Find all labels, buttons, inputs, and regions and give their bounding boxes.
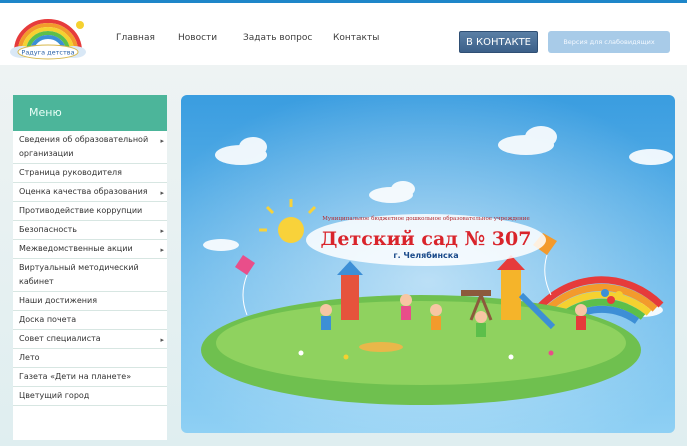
chevron-right-icon: ▸ bbox=[160, 336, 164, 344]
banner-title-block: Муниципальное бюджетное дошкольное образ… bbox=[306, 214, 546, 266]
menu-item[interactable]: Газета «Дети на планете» bbox=[13, 368, 167, 387]
menu-item-label: Газета «Дети на планете» bbox=[19, 372, 132, 381]
menu-item[interactable]: Доска почета bbox=[13, 311, 167, 330]
header: Радуга детства Главная Новости Задать во… bbox=[0, 3, 687, 65]
site-logo[interactable]: Радуга детства bbox=[8, 11, 96, 61]
logo-text: Радуга детства bbox=[21, 49, 74, 57]
menu-item-label: Сведения об образовательной организации bbox=[19, 135, 149, 158]
menu-item-label: Оценка качества образования bbox=[19, 187, 148, 196]
banner-title: Детский сад № 307 bbox=[321, 228, 532, 250]
chevron-right-icon: ▸ bbox=[160, 246, 164, 254]
nav-contacts[interactable]: Контакты bbox=[333, 33, 379, 43]
menu-item[interactable]: Цветущий город bbox=[13, 387, 167, 406]
menu-item-label: Цветущий город bbox=[19, 391, 90, 400]
menu-item[interactable]: Противодействие коррупции bbox=[13, 202, 167, 221]
rainbow-logo-icon: Радуга детства bbox=[10, 19, 86, 60]
chevron-right-icon: ▸ bbox=[160, 189, 164, 197]
menu-item[interactable]: Страница руководителя bbox=[13, 164, 167, 183]
banner-city: г. Челябинска bbox=[393, 250, 458, 260]
menu-item-label: Страница руководителя bbox=[19, 168, 122, 177]
menu-item[interactable]: Оценка качества образования ▸ bbox=[13, 183, 167, 202]
vk-button[interactable]: В КОНТАКТЕ bbox=[459, 31, 538, 53]
menu-list: Сведения об образовательной организации ▸… bbox=[13, 131, 167, 406]
menu-item-label: Совет специалиста bbox=[19, 334, 101, 343]
kindergarten-banner-illustration: Муниципальное бюджетное дошкольное образ… bbox=[181, 95, 675, 433]
menu-item[interactable]: Лето bbox=[13, 349, 167, 368]
menu-item[interactable]: Сведения об образовательной организации ▸ bbox=[13, 131, 167, 164]
menu-item[interactable]: Совет специалиста ▸ bbox=[13, 330, 167, 349]
chevron-right-icon: ▸ bbox=[160, 227, 164, 235]
nav-news[interactable]: Новости bbox=[178, 33, 217, 43]
menu-item[interactable]: Межведомственные акции ▸ bbox=[13, 240, 167, 259]
nav-ask-question[interactable]: Задать вопрос bbox=[243, 33, 312, 43]
menu-item-label: Лето bbox=[19, 353, 40, 362]
side-menu: Меню Сведения об образовательной организ… bbox=[13, 95, 167, 440]
menu-item-label: Виртуальный методический кабинет bbox=[19, 263, 139, 286]
menu-item[interactable]: Наши достижения bbox=[13, 292, 167, 311]
visually-impaired-button[interactable]: Версия для слабовидящих bbox=[548, 31, 670, 53]
menu-item-label: Безопасность bbox=[19, 225, 77, 234]
menu-item-label: Наши достижения bbox=[19, 296, 98, 305]
menu-item-label: Противодействие коррупции bbox=[19, 206, 143, 215]
nav-home[interactable]: Главная bbox=[116, 33, 155, 43]
banner-subtitle: Муниципальное бюджетное дошкольное образ… bbox=[322, 215, 529, 222]
menu-item-label: Доска почета bbox=[19, 315, 77, 324]
menu-item[interactable]: Безопасность ▸ bbox=[13, 221, 167, 240]
menu-item-label: Межведомственные акции bbox=[19, 244, 133, 253]
menu-item[interactable]: Виртуальный методический кабинет bbox=[13, 259, 167, 292]
menu-title: Меню bbox=[13, 95, 167, 131]
chevron-right-icon: ▸ bbox=[160, 137, 164, 145]
hero-banner: Муниципальное бюджетное дошкольное образ… bbox=[181, 95, 675, 433]
